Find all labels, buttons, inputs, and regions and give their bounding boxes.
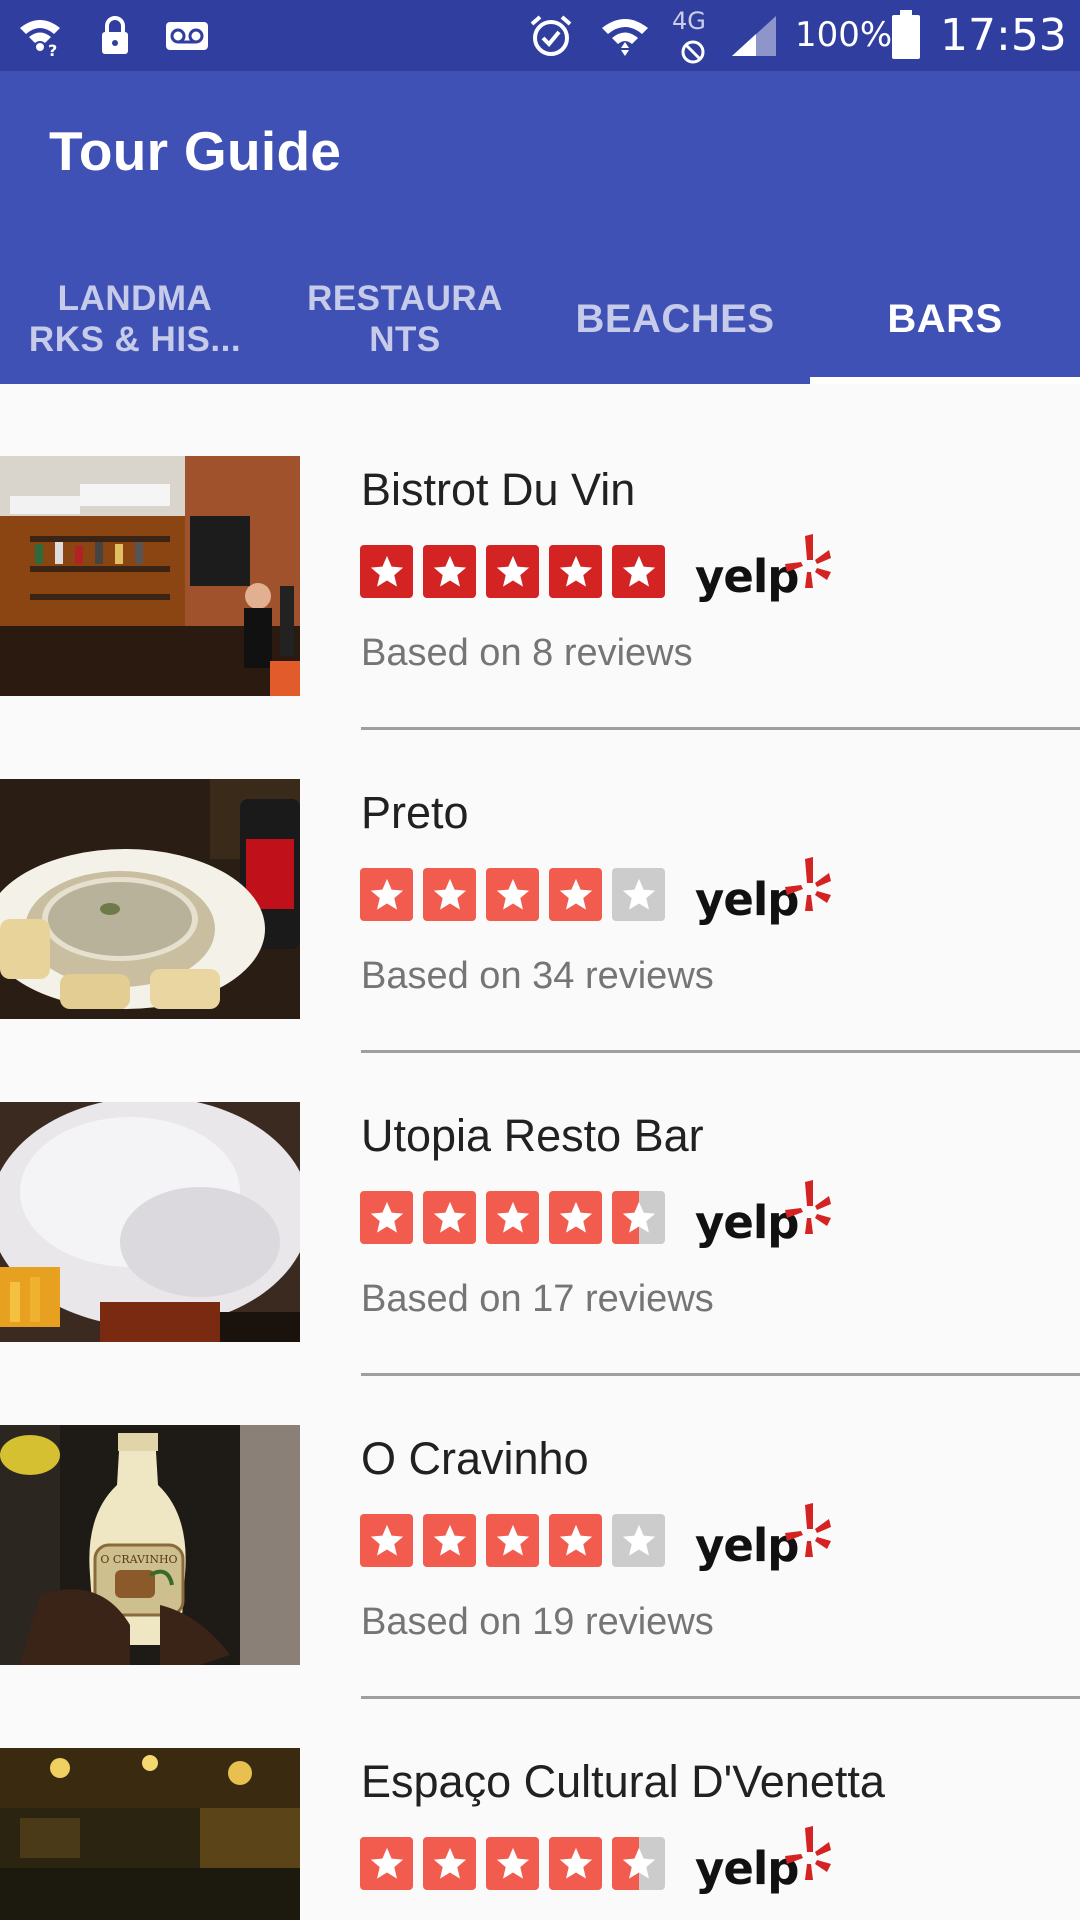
star-icon — [549, 545, 602, 598]
no-data-icon — [681, 40, 705, 64]
list-item[interactable]: Bistrot Du Vin yelp Based on 8 reviews — [0, 384, 1080, 730]
lock-icon — [102, 16, 128, 54]
tab-beaches[interactable]: BEACHES — [540, 254, 810, 384]
review-count: Based on 8 reviews — [361, 632, 693, 674]
bar-list: Bistrot Du Vin yelp Based on 8 reviews P… — [0, 384, 1080, 1920]
star-rating — [360, 868, 675, 922]
star-icon — [423, 1191, 476, 1244]
svg-text:?: ? — [48, 41, 57, 58]
review-count: Based on 34 reviews — [361, 955, 714, 997]
star-icon — [612, 1837, 665, 1890]
yelp-logo: yelp — [695, 853, 835, 933]
app-title: Tour Guide — [49, 120, 342, 182]
star-icon — [360, 1514, 413, 1567]
svg-text:O CRAVINHO: O CRAVINHO — [100, 1553, 177, 1566]
review-count: Based on 17 reviews — [361, 1278, 714, 1320]
wifi-icon — [602, 19, 648, 56]
star-rating — [360, 1514, 675, 1568]
item-name: Espaço Cultural D'Venetta — [361, 1756, 885, 1807]
tab-landmarks[interactable]: LANDMA RKS & HIS... — [0, 254, 270, 384]
star-icon — [549, 1514, 602, 1567]
item-name: Bistrot Du Vin — [361, 464, 636, 515]
star-icon — [423, 1837, 476, 1890]
star-icon — [360, 1191, 413, 1244]
star-icon — [360, 868, 413, 921]
star-icon — [486, 868, 539, 921]
item-name: O Cravinho — [361, 1433, 589, 1484]
yelp-burst-icon — [785, 1826, 831, 1880]
star-rating — [360, 545, 675, 599]
app-bar: Tour Guide LANDMA RKS & HIS... RESTAURA … — [0, 71, 1080, 384]
list-item[interactable]: Espaço Cultural D'Venetta yelp — [0, 1676, 1080, 1920]
star-icon — [549, 1191, 602, 1244]
star-icon — [612, 545, 665, 598]
yelp-burst-icon — [785, 1180, 831, 1234]
signal-icon — [732, 16, 776, 56]
star-icon — [612, 1191, 665, 1244]
star-icon — [486, 1514, 539, 1567]
star-icon — [486, 545, 539, 598]
tab-label: RESTAURA NTS — [307, 279, 503, 359]
network-type: 4G — [672, 7, 706, 35]
item-name: Utopia Resto Bar — [361, 1110, 704, 1161]
star-icon — [612, 868, 665, 921]
cotton-candy-photo — [0, 1102, 300, 1342]
soup-dish-photo — [0, 779, 300, 1019]
bottle-in-hand-photo: O CRAVINHO — [0, 1425, 300, 1665]
battery-icon — [892, 10, 920, 59]
yelp-burst-icon — [785, 534, 831, 588]
yelp-logo: yelp — [695, 1499, 835, 1579]
star-icon — [486, 1191, 539, 1244]
list-item[interactable]: O CRAVINHO O Cravinho yelp Based on 19 r… — [0, 1353, 1080, 1699]
star-icon — [612, 1514, 665, 1567]
tab-bar: LANDMA RKS & HIS... RESTAURA NTS BEACHES… — [0, 254, 1080, 384]
star-icon — [423, 868, 476, 921]
battery-percent: 100% — [795, 15, 893, 55]
alarm-icon — [530, 15, 572, 56]
star-icon — [486, 1837, 539, 1890]
clock: 17:53 — [940, 10, 1067, 61]
tab-label: BARS — [887, 296, 1003, 341]
tab-label: LANDMA RKS & HIS... — [28, 279, 242, 359]
tab-bars[interactable]: BARS — [810, 254, 1080, 384]
item-name: Preto — [361, 787, 469, 838]
voicemail-icon — [166, 22, 208, 50]
star-rating — [360, 1191, 675, 1245]
star-icon — [360, 545, 413, 598]
list-item[interactable]: Preto yelp Based on 34 reviews — [0, 707, 1080, 1053]
status-bar: ? 4G 100% 17:53 — [0, 0, 1080, 71]
star-icon — [423, 1514, 476, 1567]
star-rating — [360, 1837, 675, 1891]
star-icon — [360, 1837, 413, 1890]
star-icon — [423, 545, 476, 598]
yelp-logo: yelp — [695, 1176, 835, 1256]
night-venue-photo — [0, 1748, 300, 1920]
yelp-burst-icon — [785, 857, 831, 911]
yelp-burst-icon — [785, 1503, 831, 1557]
yelp-logo: yelp — [695, 1822, 835, 1902]
star-icon — [549, 868, 602, 921]
review-count: Based on 19 reviews — [361, 1601, 714, 1643]
list-item[interactable]: Utopia Resto Bar yelp Based on 17 review… — [0, 1030, 1080, 1376]
yelp-logo: yelp — [695, 530, 835, 610]
bar-interior-photo — [0, 456, 300, 696]
wifi-question-icon: ? — [20, 20, 60, 58]
star-icon — [549, 1837, 602, 1890]
tab-label: BEACHES — [575, 296, 775, 341]
tab-restaurants[interactable]: RESTAURA NTS — [270, 254, 540, 384]
